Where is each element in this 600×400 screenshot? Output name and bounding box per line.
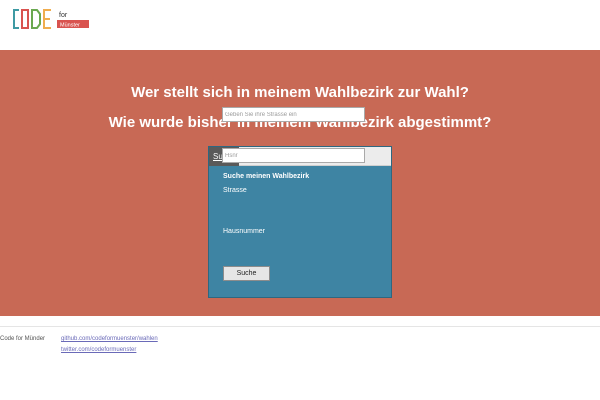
code-for-muenster-logo[interactable]: for Münster <box>12 6 92 32</box>
search-panel: Suche Bezirk auswählen Suche meinen Wahl… <box>208 146 392 298</box>
footer-org-name: Code for Münder <box>0 336 46 342</box>
house-number-input[interactable] <box>222 148 365 163</box>
hero-section: Wer stellt sich in meinem Wahlbezirk zur… <box>0 50 600 316</box>
twitter-link[interactable]: twitter.com/codeformuenster <box>61 347 136 353</box>
footer-divider <box>0 326 600 327</box>
site-header: for Münster <box>0 0 600 50</box>
search-button[interactable]: Suche <box>223 266 270 281</box>
street-label: Strasse <box>223 187 247 194</box>
panel-title: Suche meinen Wahlbezirk <box>223 173 310 180</box>
headline-candidates: Wer stellt sich in meinem Wahlbezirk zur… <box>131 84 469 101</box>
street-input[interactable] <box>222 107 365 122</box>
logo-for-text: for <box>59 12 68 19</box>
logo-city-text: Münster <box>60 23 80 29</box>
house-number-label: Hausnummer <box>223 228 266 235</box>
github-link[interactable]: github.com/codeformuenster/wahlen <box>61 336 158 342</box>
